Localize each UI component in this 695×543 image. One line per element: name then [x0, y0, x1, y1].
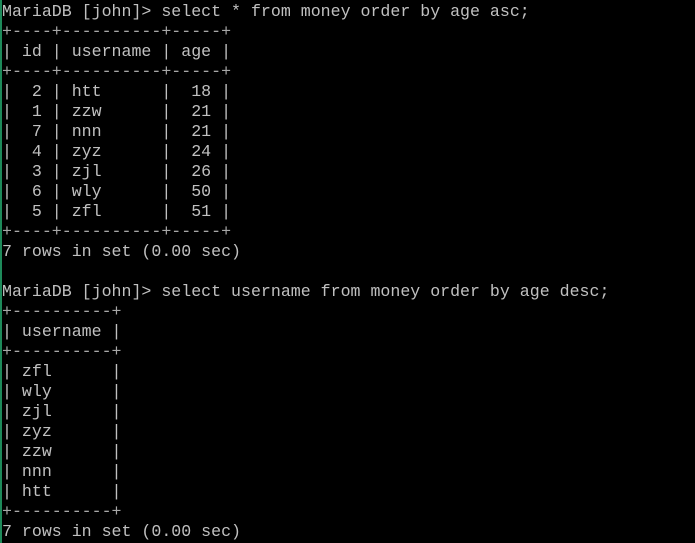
table-row: | zyz |	[2, 422, 122, 441]
table-row: | 5 | zfl | 51 |	[2, 202, 232, 221]
table-row: | zjl |	[2, 402, 122, 421]
table-row: | 6 | wly | 50 |	[2, 182, 232, 201]
table-border: +----------+	[2, 502, 122, 521]
table-row: | 1 | zzw | 21 |	[2, 102, 232, 121]
table-row: | htt |	[2, 482, 122, 501]
table-row: | 7 | nnn | 21 |	[2, 122, 232, 141]
table-row: | 2 | htt | 18 |	[2, 82, 232, 101]
table-row: | 4 | zyz | 24 |	[2, 142, 232, 161]
table-header: | username |	[2, 322, 122, 341]
status-line: 7 rows in set (0.00 sec)	[2, 522, 241, 541]
table-border: +----------+	[2, 302, 122, 321]
terminal-output[interactable]: MariaDB [john]> select * from money orde…	[2, 2, 695, 543]
table-border: +----+----------+-----+	[2, 222, 232, 241]
table-border: +----+----------+-----+	[2, 22, 232, 41]
table-row: | wly |	[2, 382, 122, 401]
table-row: | 3 | zjl | 26 |	[2, 162, 232, 181]
table-row: | nnn |	[2, 462, 122, 481]
status-line: 7 rows in set (0.00 sec)	[2, 242, 241, 261]
command-line: MariaDB [john]> select * from money orde…	[2, 2, 530, 21]
command-line: MariaDB [john]> select username from mon…	[2, 282, 610, 301]
table-border: +----------+	[2, 342, 122, 361]
table-row: | zzw |	[2, 442, 122, 461]
table-border: +----+----------+-----+	[2, 62, 232, 81]
table-row: | zfl |	[2, 362, 122, 381]
table-header: | id | username | age |	[2, 42, 232, 61]
